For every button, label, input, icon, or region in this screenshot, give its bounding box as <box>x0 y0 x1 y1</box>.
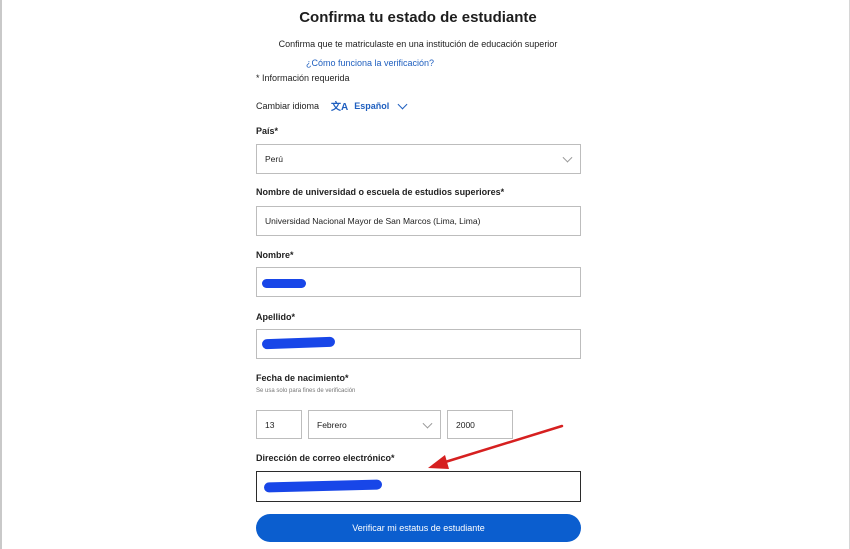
annotation-arrow <box>428 424 564 469</box>
university-input[interactable]: Universidad Nacional Mayor de San Marcos… <box>256 206 581 236</box>
verify-status-button[interactable]: Verificar mi estatus de estudiante <box>256 514 581 542</box>
required-note: * Información requerida <box>256 73 350 83</box>
birthdate-label: Fecha de nacimiento* <box>256 373 349 383</box>
chevron-down-icon[interactable] <box>397 99 408 109</box>
language-switcher[interactable]: Cambiar idioma 文A Español <box>256 98 408 113</box>
university-value: Universidad Nacional Mayor de San Marcos… <box>265 216 481 226</box>
country-value: Perú <box>265 154 283 164</box>
language-value[interactable]: Español <box>354 101 389 111</box>
chevron-down-icon <box>562 152 573 163</box>
birthdate-hint: Se usa solo para fines de verificación <box>256 388 356 394</box>
first-name-label: Nombre* <box>256 250 294 260</box>
birth-day-input[interactable]: 13 <box>256 410 302 439</box>
redaction-mark <box>262 279 306 288</box>
university-label: Nombre de universidad o escuela de estud… <box>256 187 505 197</box>
last-name-label: Apellido* <box>256 312 296 322</box>
page-subtitle: Confirma que te matriculaste en una inst… <box>278 39 558 49</box>
verification-help-link[interactable]: ¿Cómo funciona la verificación? <box>306 58 434 68</box>
language-label: Cambiar idioma <box>256 100 320 111</box>
page-title: Confirma tu estado de estudiante <box>299 9 537 26</box>
email-label: Dirección de correo electrónico* <box>256 453 395 463</box>
country-select[interactable]: Perú <box>256 144 581 174</box>
country-label: País* <box>256 126 279 136</box>
translate-icon: 文A <box>331 102 349 113</box>
window-border-left <box>0 0 2 549</box>
